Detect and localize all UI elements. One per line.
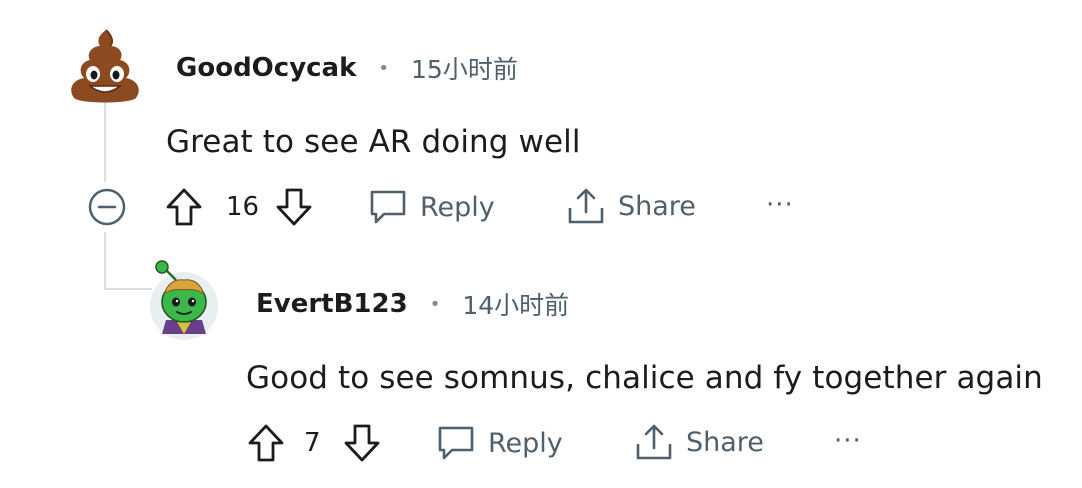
share-upload-icon: [636, 424, 672, 460]
comment-timestamp[interactable]: 15小时前: [411, 50, 518, 86]
upvote-button[interactable]: [246, 422, 286, 464]
avatar[interactable]: [146, 258, 222, 342]
meta-separator: •: [429, 293, 441, 315]
reply-label: Reply: [488, 427, 563, 459]
reply-button[interactable]: Reply: [368, 188, 495, 226]
reply-label: Reply: [420, 191, 495, 223]
vote-count: 7: [304, 428, 321, 458]
downvote-arrow-icon: [276, 188, 312, 226]
vote-count: 16: [226, 192, 260, 222]
avatar[interactable]: [66, 26, 144, 106]
speech-bubble-icon: [370, 190, 406, 224]
comment-body: Good to see somnus, chalice and fy toget…: [246, 360, 1043, 396]
thread-connector: [104, 288, 152, 290]
comment-timestamp[interactable]: 14小时前: [462, 286, 569, 322]
speech-bubble-icon: [438, 426, 474, 460]
share-button[interactable]: Share: [566, 186, 696, 226]
comment-body: Great to see AR doing well: [166, 124, 581, 160]
share-label: Share: [618, 190, 696, 222]
upvote-button[interactable]: [164, 186, 204, 228]
share-upload-icon: [568, 188, 604, 224]
downvote-button[interactable]: [342, 422, 382, 464]
more-options-button[interactable]: ···: [834, 426, 862, 456]
reply-button[interactable]: Reply: [436, 424, 563, 462]
meta-separator: •: [378, 57, 390, 79]
more-options-button[interactable]: ···: [766, 190, 794, 220]
poop-emoji-icon: [71, 29, 139, 103]
share-label: Share: [686, 426, 764, 458]
comment-author[interactable]: EvertB123: [256, 289, 408, 319]
thread-line: [104, 232, 106, 290]
green-snoo-avatar-icon: [150, 260, 218, 340]
upvote-arrow-icon: [166, 188, 202, 226]
share-button[interactable]: Share: [634, 422, 764, 462]
thread-line: [104, 100, 106, 182]
collapse-thread-button[interactable]: [86, 186, 128, 228]
comment-author[interactable]: GoodOcycak: [176, 53, 356, 83]
upvote-arrow-icon: [248, 424, 284, 462]
minus-circle-icon: [88, 188, 126, 226]
downvote-arrow-icon: [344, 424, 380, 462]
downvote-button[interactable]: [274, 186, 314, 228]
